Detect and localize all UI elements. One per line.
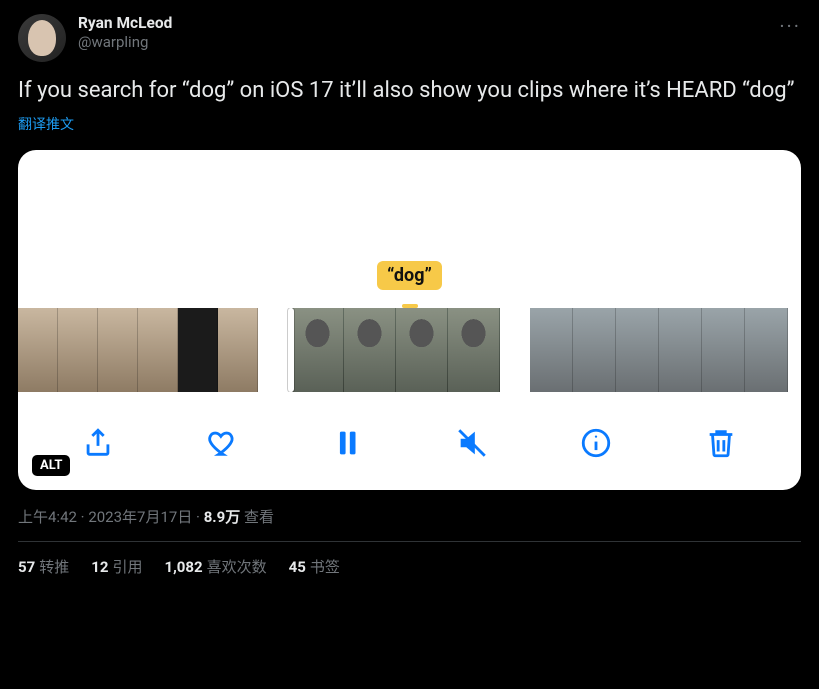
playhead[interactable]: [288, 308, 294, 392]
divider: [18, 541, 801, 542]
user-block[interactable]: Ryan McLeod @warpling: [78, 14, 172, 52]
mute-icon[interactable]: [452, 423, 492, 463]
clip-thumbnails-3[interactable]: [530, 308, 788, 392]
heart-icon[interactable]: [203, 423, 243, 463]
stat-likes[interactable]: 1,082喜欢次数: [164, 556, 266, 577]
caption-row: “dog”: [18, 250, 801, 290]
more-icon[interactable]: ···: [779, 14, 801, 38]
pause-icon[interactable]: [327, 423, 367, 463]
tweet: Ryan McLeod @warpling ··· If you search …: [0, 0, 819, 591]
clip-thumbnails-2[interactable]: [288, 308, 500, 392]
stat-bookmarks[interactable]: 45书签: [289, 556, 340, 577]
audio-caption-pill: “dog”: [377, 261, 442, 290]
user-handle: @warpling: [78, 33, 172, 52]
share-icon[interactable]: [78, 423, 118, 463]
avatar[interactable]: [18, 14, 66, 62]
stat-quotes[interactable]: 12引用: [91, 556, 142, 577]
trash-icon[interactable]: [701, 423, 741, 463]
tweet-header: Ryan McLeod @warpling ···: [18, 14, 801, 62]
display-name: Ryan McLeod: [78, 14, 172, 33]
alt-badge[interactable]: ALT: [32, 455, 70, 476]
tweet-date[interactable]: 2023年7月17日: [88, 508, 192, 526]
tweet-meta: 上午4:42 · 2023年7月17日 · 8.9万 查看: [18, 506, 801, 527]
info-icon[interactable]: [576, 423, 616, 463]
caption-tick: [402, 304, 418, 308]
tweet-body: If you search for “dog” on iOS 17 it’ll …: [18, 76, 801, 106]
clip-thumbnails-1[interactable]: [18, 308, 258, 392]
views-label: 查看: [240, 508, 274, 526]
translate-link[interactable]: 翻译推文: [18, 114, 74, 134]
video-timeline[interactable]: [18, 308, 801, 392]
tweet-time[interactable]: 上午4:42: [18, 508, 77, 526]
stat-retweets[interactable]: 57转推: [18, 556, 69, 577]
views-count: 8.9万: [204, 508, 241, 526]
media-toolbar: [18, 404, 801, 490]
media-top-spacer: [18, 150, 801, 250]
tweet-stats: 57转推 12引用 1,082喜欢次数 45书签: [18, 556, 801, 577]
tweet-media[interactable]: “dog”: [18, 150, 801, 490]
